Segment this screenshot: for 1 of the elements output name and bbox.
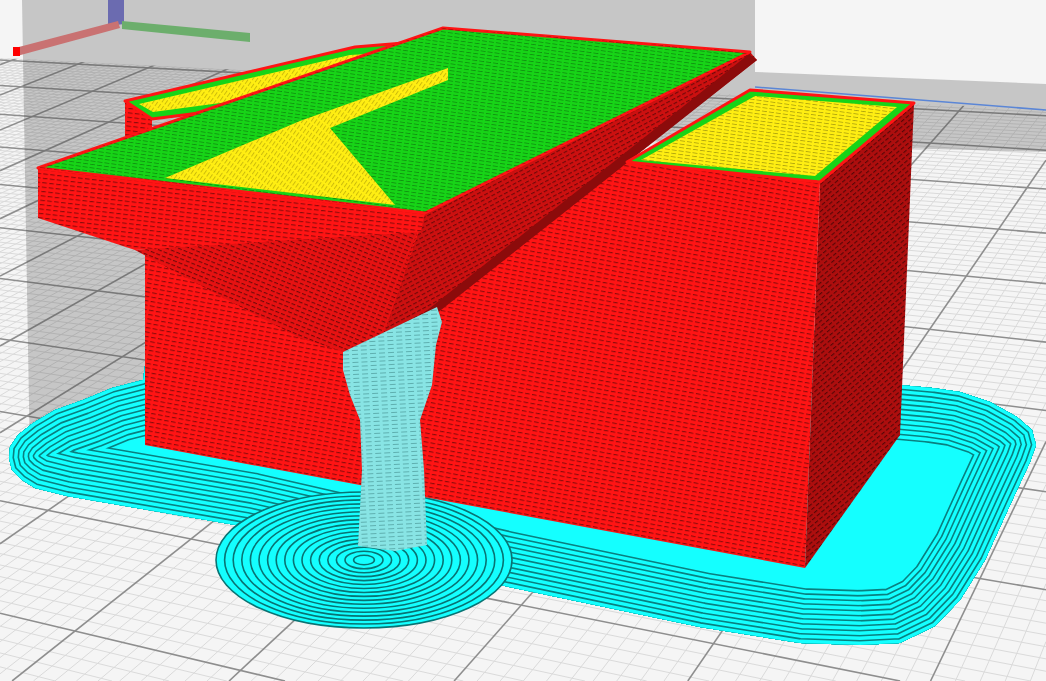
axis-gizmo-icon xyxy=(13,0,250,56)
